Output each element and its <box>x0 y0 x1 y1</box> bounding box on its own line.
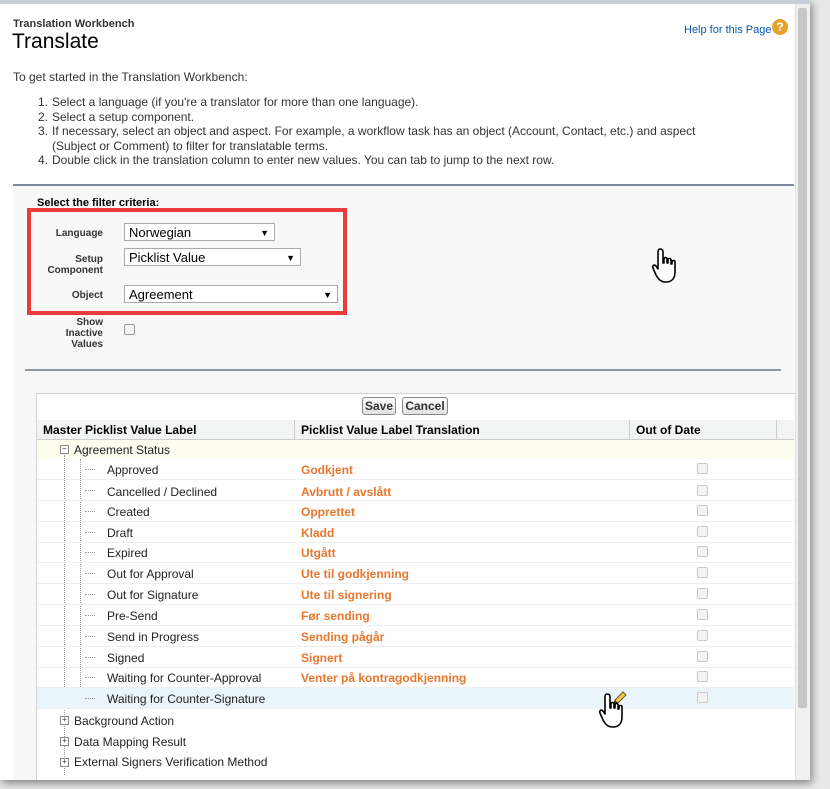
translation-cell[interactable]: Godkjent <box>301 463 353 477</box>
tree-line <box>85 490 95 491</box>
translation-cell[interactable]: Før sending <box>301 609 370 623</box>
steps-list: 1. Select a language (if you're a transla… <box>38 95 695 168</box>
translation-cell[interactable]: Signert <box>301 651 342 665</box>
tree-line <box>85 657 95 658</box>
master-label: Out for Approval <box>107 567 194 581</box>
step-text: (Subject or Comment) to filter for trans… <box>52 138 329 153</box>
step-text: Select a setup component. <box>52 109 195 124</box>
translation-cell[interactable]: Utgått <box>301 546 336 560</box>
out-of-date-checkbox[interactable] <box>697 526 708 537</box>
master-label: Approved <box>107 463 159 477</box>
column-header-translation[interactable]: Picklist Value Label Translation <box>295 420 630 440</box>
column-header-spacer <box>777 420 794 440</box>
group-label[interactable]: Data Mapping Result <box>74 735 186 749</box>
tree-line <box>85 594 95 595</box>
intro-text: To get started in the Translation Workbe… <box>13 70 248 84</box>
breadcrumb: Translation Workbench <box>13 18 135 30</box>
hand-cursor-icon <box>651 248 676 283</box>
divider <box>25 369 781 371</box>
top-strip <box>0 0 810 4</box>
master-label: Out for Signature <box>107 588 199 602</box>
translate-page: Translation Workbench Translate Help for… <box>0 0 810 780</box>
column-header-master[interactable]: Master Picklist Value Label <box>37 420 295 440</box>
out-of-date-checkbox[interactable] <box>697 651 708 662</box>
step-text: Double click in the translation column t… <box>52 153 555 167</box>
tree-line <box>85 698 95 699</box>
help-icon[interactable]: ? <box>772 19 788 35</box>
translation-cell[interactable]: Ute til signering <box>301 588 392 602</box>
help-link[interactable]: Help for this Page <box>684 24 771 36</box>
master-label: Waiting for Counter-Approval <box>107 671 262 685</box>
translation-cell[interactable]: Sending pågår <box>301 630 384 644</box>
step-number: 2. <box>38 109 49 124</box>
out-of-date-checkbox[interactable] <box>697 671 708 682</box>
inactive-label-line1: Show <box>76 317 103 328</box>
group-label[interactable]: Background Action <box>74 714 174 728</box>
table-row[interactable] <box>37 542 794 563</box>
expand-icon[interactable]: + <box>60 716 69 725</box>
out-of-date-checkbox[interactable] <box>697 567 708 578</box>
step-item: 2. Select a setup component. <box>38 110 695 125</box>
tree-line <box>85 677 95 678</box>
step-number: 3. <box>38 124 49 138</box>
highlight-box <box>27 208 347 315</box>
cancel-button[interactable]: Cancel <box>402 397 448 415</box>
tree-line <box>85 532 95 533</box>
master-label: Created <box>107 505 150 519</box>
out-of-date-checkbox[interactable] <box>697 588 708 599</box>
translation-cell[interactable]: Kladd <box>301 526 334 540</box>
out-of-date-checkbox[interactable] <box>697 485 708 496</box>
expand-icon[interactable]: + <box>60 758 69 767</box>
translation-cell[interactable]: Opprettet <box>301 505 355 519</box>
show-inactive-checkbox[interactable] <box>124 324 135 335</box>
inactive-label-line2: Inactive <box>65 328 103 339</box>
expand-icon[interactable]: + <box>60 737 69 746</box>
table-row[interactable] <box>37 501 794 522</box>
master-label: Expired <box>107 546 148 560</box>
group-label: Agreement Status <box>74 443 171 457</box>
translation-cell[interactable]: Ute til godkjenning <box>301 567 409 581</box>
out-of-date-checkbox[interactable] <box>697 630 708 641</box>
master-label: Send in Progress <box>107 630 200 644</box>
step-text: Select a language (if you're a translato… <box>52 95 419 109</box>
master-label: Waiting for Counter-Signature <box>107 692 266 706</box>
out-of-date-checkbox[interactable] <box>697 546 708 557</box>
master-label: Pre-Send <box>107 609 158 623</box>
step-item: 3. If necessary, select an object and asp… <box>38 124 695 139</box>
translation-cell[interactable]: Avbrutt / avslått <box>301 485 391 499</box>
translation-cell[interactable]: Venter på kontragodkjenning <box>301 671 466 685</box>
master-label: Cancelled / Declined <box>107 485 218 499</box>
table-row[interactable] <box>37 647 794 668</box>
master-label: Draft <box>107 526 134 540</box>
save-button[interactable]: Save <box>362 397 396 415</box>
out-of-date-checkbox[interactable] <box>697 609 708 620</box>
tree-line <box>85 573 95 574</box>
column-header-out-of-date[interactable]: Out of Date <box>630 420 777 440</box>
table-row[interactable] <box>37 522 794 543</box>
step-item: (Subject or Comment) to filter for trans… <box>38 139 695 154</box>
out-of-date-checkbox[interactable] <box>697 463 708 474</box>
tree-line <box>85 469 95 470</box>
scrollbar-thumb[interactable] <box>798 8 807 708</box>
step-item: 1. Select a language (if you're a transla… <box>38 95 695 110</box>
tree-line <box>85 511 95 512</box>
master-label: Signed <box>107 651 145 665</box>
inactive-label-line3: Values <box>71 339 103 350</box>
tree-line <box>85 552 95 553</box>
group-label[interactable]: External Signers Verification Method <box>74 755 267 769</box>
step-number: 1. <box>38 95 49 109</box>
tree-line <box>85 615 95 616</box>
show-inactive-label: Show Inactive Values <box>33 317 103 350</box>
tree-line <box>85 636 95 637</box>
out-of-date-checkbox[interactable] <box>697 505 708 516</box>
step-number: 4. <box>38 153 49 167</box>
step-item: 4. Double click in the translation column… <box>38 153 695 168</box>
hand-cursor-icon <box>598 693 623 728</box>
collapse-icon[interactable]: − <box>60 445 69 454</box>
out-of-date-checkbox[interactable] <box>697 692 708 703</box>
page-title: Translate <box>12 30 99 53</box>
step-text: If necessary, select an object and aspec… <box>52 124 696 138</box>
